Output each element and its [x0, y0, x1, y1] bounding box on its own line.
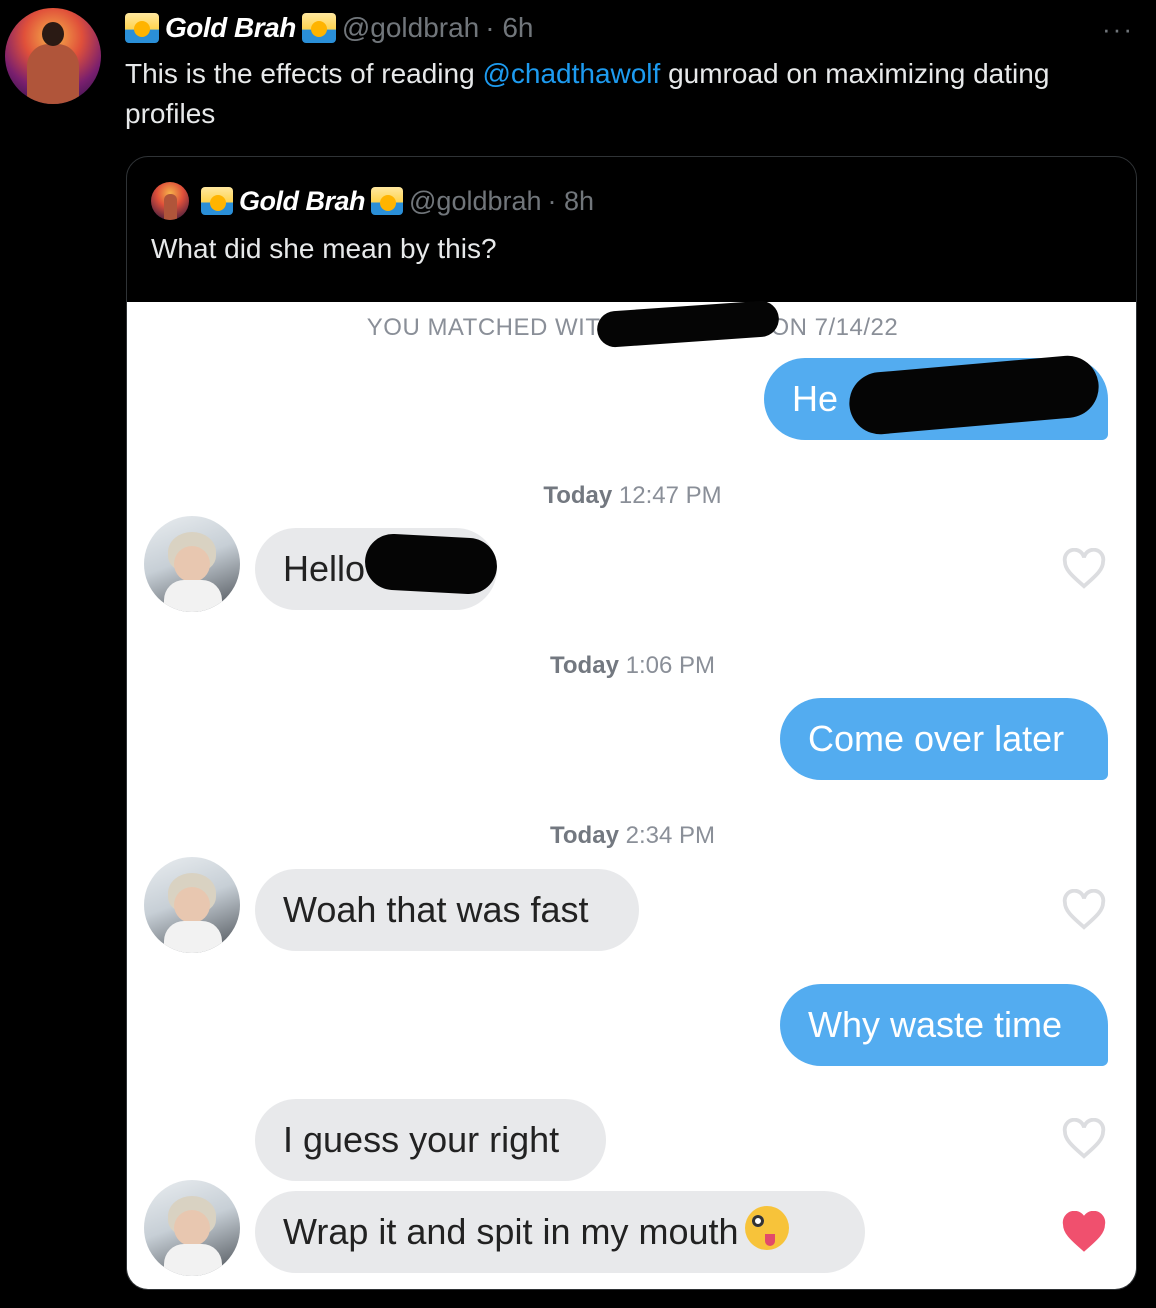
match-avatar[interactable]	[144, 1180, 240, 1276]
quoted-author-handle: @goldbrah	[409, 185, 542, 216]
author-handle[interactable]: @goldbrah	[342, 12, 479, 44]
sunrise-icon	[201, 187, 233, 215]
quoted-tweet-card[interactable]: Gold Brah @goldbrah · 8h What did she me…	[126, 156, 1137, 1290]
sunrise-icon	[125, 13, 159, 43]
tweet-header: Gold Brah @goldbrah · 6h	[125, 10, 534, 46]
message-bubble-incoming: Wrap it and spit in my mouth	[255, 1191, 865, 1273]
like-heart-icon[interactable]	[1061, 1118, 1107, 1160]
message-bubble-outgoing: Come over later	[780, 698, 1108, 780]
quoted-tweet-timestamp: · 8h	[547, 185, 595, 216]
liked-heart-icon[interactable]	[1061, 1211, 1107, 1253]
author-avatar[interactable]	[5, 8, 101, 104]
redaction-mark	[363, 532, 499, 596]
more-options-icon[interactable]: ···	[1102, 14, 1134, 45]
match-avatar[interactable]	[144, 516, 240, 612]
mention-link[interactable]: @chadthawolf	[482, 58, 660, 89]
message-bubble-outgoing: Why waste time	[780, 984, 1108, 1066]
quoted-tweet-header: Gold Brah @goldbrah · 8h	[151, 182, 595, 220]
message-bubble-incoming: I guess your right	[255, 1099, 606, 1181]
chat-timestamp: Today 1:06 PM	[550, 652, 715, 679]
like-heart-icon[interactable]	[1061, 889, 1107, 931]
message-bubble-incoming: Woah that was fast	[255, 869, 639, 951]
sunrise-icon	[371, 187, 404, 215]
chat-timestamp: Today 2:34 PM	[550, 822, 715, 849]
chat-timestamp: Today 12:47 PM	[543, 482, 722, 509]
like-heart-icon[interactable]	[1061, 548, 1107, 590]
quoted-tweet-text: What did she mean by this?	[151, 233, 497, 264]
match-avatar[interactable]	[144, 857, 240, 953]
quoted-author-avatar	[151, 182, 189, 220]
tweet-text: This is the effects of reading @chadthaw…	[125, 58, 1050, 129]
zany-face-emoji	[744, 1206, 789, 1250]
chat-screenshot[interactable]: YOU MATCHED WIT ON 7/14/22 He Today 12:47…	[127, 299, 1136, 1289]
author-display-name[interactable]: Gold Brah	[165, 12, 296, 44]
tweet-timestamp[interactable]: · 6h	[485, 12, 533, 44]
sunrise-icon	[301, 13, 336, 43]
quoted-author-display-name: Gold Brah	[239, 185, 366, 216]
